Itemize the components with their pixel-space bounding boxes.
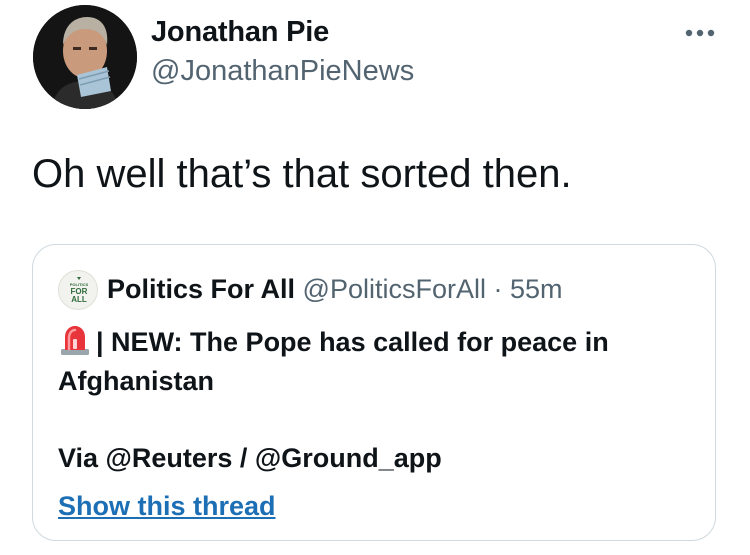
show-thread-link[interactable]: Show this thread (58, 491, 276, 522)
quoted-author-name[interactable]: Politics For All (107, 274, 295, 304)
quoted-tweet-card[interactable]: POLITICS FOR ALL Politics For All @Polit… (32, 244, 716, 541)
quoted-tweet-body: | NEW: The Pope has called for peace in … (58, 323, 698, 401)
more-options-icon (685, 29, 715, 37)
quoted-tweet-header: Politics For All @PoliticsForAll · 55m (107, 274, 563, 305)
profile-photo-avatar (33, 5, 137, 109)
quoted-tweet-via: Via @Reuters / @Ground_app (58, 443, 442, 473)
author-display-name[interactable]: Jonathan Pie (151, 16, 329, 49)
police-siren-emoji-icon (58, 323, 92, 357)
author-avatar[interactable] (33, 5, 137, 109)
quoted-author-handle[interactable]: @PoliticsForAll (303, 274, 486, 304)
header-separator: · (493, 274, 503, 304)
author-handle[interactable]: @JonathanPieNews (151, 55, 414, 88)
politics-for-all-logo-icon: POLITICS FOR ALL (70, 277, 89, 304)
more-options-button[interactable] (681, 24, 721, 42)
quoted-author-avatar[interactable]: POLITICS FOR ALL (58, 270, 98, 310)
quoted-tweet-time[interactable]: 55m (510, 274, 563, 304)
svg-text:ALL: ALL (71, 295, 87, 304)
quoted-tweet-text: | NEW: The Pope has called for peace in … (58, 327, 609, 396)
tweet-text: Oh well that’s that sorted then. (32, 152, 572, 196)
